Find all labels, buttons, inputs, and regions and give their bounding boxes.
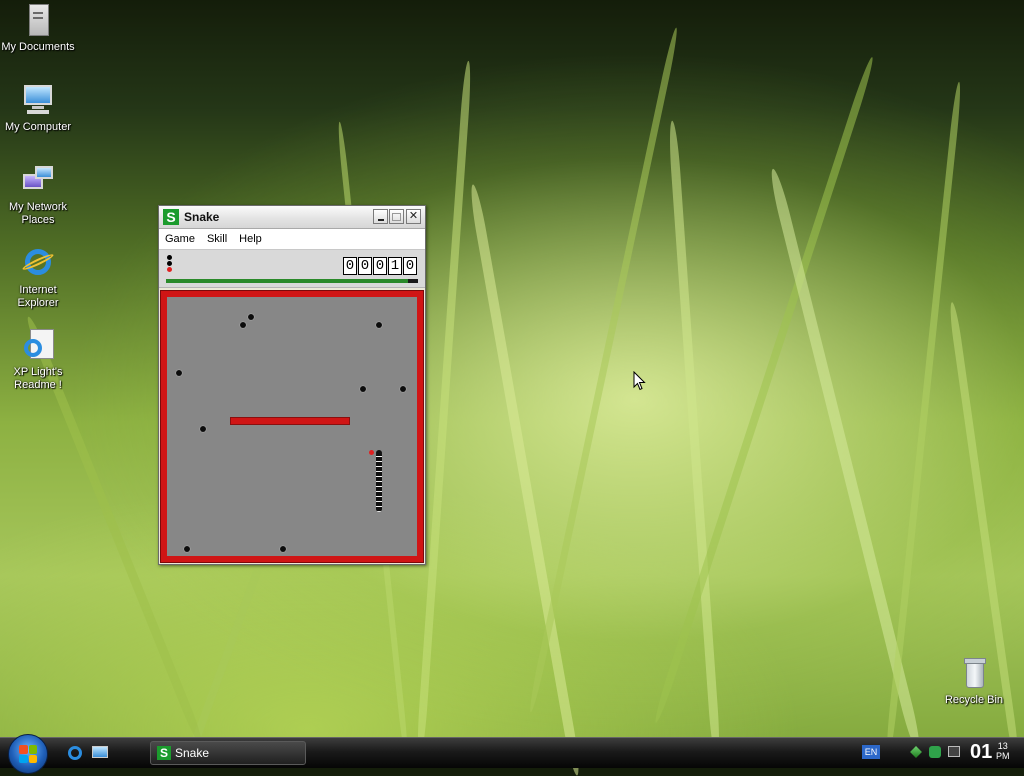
desktop-icon-my-computer[interactable]: My Computer bbox=[0, 84, 76, 134]
window-title: Snake bbox=[184, 210, 220, 224]
snake-app-icon: S bbox=[163, 209, 179, 225]
recycle-bin-icon bbox=[957, 657, 991, 691]
obstacle-dot bbox=[200, 426, 206, 432]
obstacle-dot bbox=[400, 386, 406, 392]
language-indicator[interactable]: EN bbox=[862, 745, 880, 759]
score-digit: 0 bbox=[343, 257, 357, 275]
mouse-cursor-icon bbox=[633, 371, 646, 391]
close-button[interactable]: ✕ bbox=[406, 209, 421, 224]
obstacle-dot bbox=[360, 386, 366, 392]
menu-help[interactable]: Help bbox=[233, 233, 268, 245]
network-icon bbox=[21, 164, 55, 198]
snake-app-icon: S bbox=[157, 746, 171, 760]
desktop-icon-recycle-bin[interactable]: Recycle Bin bbox=[936, 657, 1012, 707]
sync-tray-icon[interactable] bbox=[929, 746, 942, 759]
taskbar: S Snake EN 01 13 PM bbox=[0, 734, 1024, 774]
menu-skill[interactable]: Skill bbox=[201, 233, 233, 245]
menu-bar: Game Skill Help bbox=[159, 229, 425, 250]
obstacle-dot bbox=[184, 546, 190, 552]
clock-minute: 13 bbox=[997, 741, 1008, 751]
close-icon: ✕ bbox=[408, 209, 419, 222]
score-display: 0 0 0 1 0 bbox=[343, 257, 417, 275]
maximize-button[interactable] bbox=[389, 209, 404, 224]
menu-game[interactable]: Game bbox=[159, 233, 201, 245]
taskbar-button-snake[interactable]: S Snake bbox=[150, 741, 306, 765]
lives-indicator bbox=[167, 255, 173, 275]
level-progress-bar bbox=[166, 279, 418, 283]
start-button[interactable] bbox=[8, 734, 48, 774]
score-digit: 0 bbox=[358, 257, 372, 275]
score-digit: 0 bbox=[373, 257, 387, 275]
maximize-icon bbox=[392, 213, 401, 221]
desktop-icon-label: XP Light's Readme ! bbox=[13, 366, 63, 391]
life-icon bbox=[167, 261, 172, 266]
level-progress-fill bbox=[166, 279, 408, 283]
desktop-icon-internet-explorer[interactable]: Internet Explorer bbox=[0, 247, 76, 310]
quicklaunch-ie-icon[interactable] bbox=[68, 746, 84, 760]
score-digit: 0 bbox=[403, 257, 417, 275]
desktop-icon-my-documents[interactable]: My Documents bbox=[0, 4, 76, 54]
readme-icon bbox=[21, 329, 55, 363]
desktop-icon-label: My Documents bbox=[1, 41, 75, 53]
quicklaunch-desktop-icon[interactable] bbox=[92, 746, 108, 760]
folder-documents-icon bbox=[21, 4, 55, 38]
life-icon bbox=[167, 267, 172, 272]
playfield[interactable] bbox=[167, 297, 417, 556]
device-tray-icon[interactable] bbox=[948, 746, 961, 759]
minimize-button[interactable] bbox=[373, 209, 388, 224]
clock-hour[interactable]: 01 bbox=[970, 741, 992, 764]
desktop-icon-my-network-places[interactable]: My Network Places bbox=[0, 164, 76, 227]
obstacle-dot bbox=[248, 314, 254, 320]
life-icon bbox=[167, 255, 172, 260]
obstacle-dot bbox=[280, 546, 286, 552]
clock-ampm: PM bbox=[996, 751, 1010, 761]
playfield-border bbox=[160, 290, 424, 563]
desktop-icon-label: My Computer bbox=[4, 121, 72, 133]
obstacle-dot bbox=[376, 322, 382, 328]
network-tray-icon[interactable] bbox=[910, 746, 923, 759]
wall-segment bbox=[230, 417, 350, 425]
desktop-icon-label: Internet Explorer bbox=[17, 284, 59, 309]
internet-explorer-icon bbox=[21, 247, 55, 281]
clock-minute-ampm[interactable]: 13 PM bbox=[996, 741, 1010, 761]
snake-head bbox=[376, 450, 382, 456]
desktop-icon-label: Recycle Bin bbox=[944, 694, 1004, 706]
obstacle-dot bbox=[176, 370, 182, 376]
taskbar-button-label: Snake bbox=[175, 746, 210, 760]
obstacle-dot bbox=[240, 322, 246, 328]
score-digit: 1 bbox=[388, 257, 402, 275]
minimize-icon bbox=[377, 219, 384, 221]
title-bar[interactable]: S Snake ✕ bbox=[159, 206, 425, 229]
snake-window[interactable]: S Snake ✕ Game Skill Help 0 0 0 1 0 bbox=[158, 205, 426, 565]
windows-logo-icon bbox=[19, 745, 37, 763]
snake-body bbox=[376, 452, 382, 512]
food-item bbox=[369, 450, 374, 455]
status-panel: 0 0 0 1 0 bbox=[159, 250, 425, 288]
desktop-icon-readme[interactable]: XP Light's Readme ! bbox=[0, 329, 76, 392]
desktop-icon-label: My Network Places bbox=[8, 201, 68, 226]
computer-icon bbox=[21, 84, 55, 118]
